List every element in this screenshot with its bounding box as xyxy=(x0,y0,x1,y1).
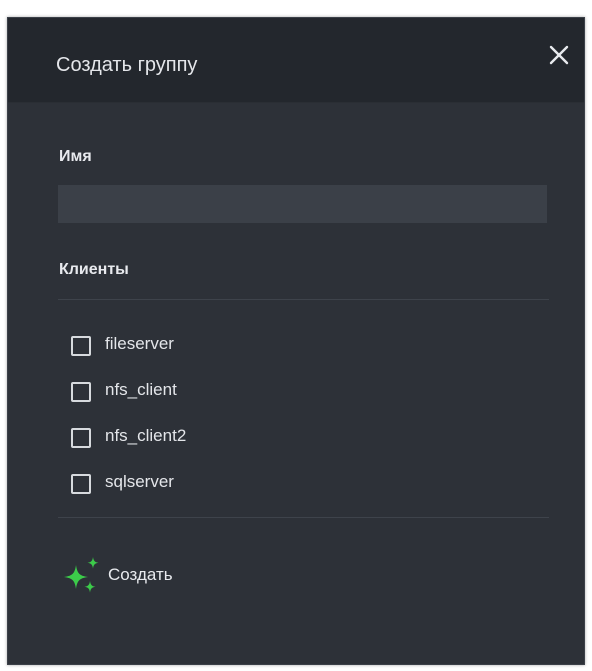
divider xyxy=(58,299,549,300)
close-icon xyxy=(549,45,569,65)
dialog-header: Создать группу xyxy=(8,18,584,103)
dialog-title: Создать группу xyxy=(56,54,198,76)
client-item-fileserver[interactable]: fileserver xyxy=(71,323,186,369)
create-button[interactable]: Создать xyxy=(58,553,173,601)
client-item-nfs-client[interactable]: nfs_client xyxy=(71,369,186,415)
clients-label: Клиенты xyxy=(59,261,129,278)
client-label: nfs_client xyxy=(105,380,177,399)
close-button[interactable] xyxy=(544,40,574,70)
checkbox[interactable] xyxy=(71,336,91,356)
client-label: fileserver xyxy=(105,334,174,353)
create-label: Создать xyxy=(108,565,173,584)
client-label: sqlserver xyxy=(105,472,174,491)
checkbox[interactable] xyxy=(71,382,91,402)
client-label: nfs_client2 xyxy=(105,426,187,445)
client-item-nfs-client2[interactable]: nfs_client2 xyxy=(71,415,186,461)
checkbox[interactable] xyxy=(71,428,91,448)
divider xyxy=(58,517,549,518)
client-item-sqlserver[interactable]: sqlserver xyxy=(71,461,186,507)
name-label: Имя xyxy=(59,148,92,165)
name-input[interactable] xyxy=(58,185,547,223)
create-group-dialog: Создать группу Имя Клиенты fileserver nf… xyxy=(7,17,585,665)
sparkle-icon xyxy=(64,557,99,593)
checkbox[interactable] xyxy=(71,474,91,494)
client-list: fileserver nfs_client nfs_client2 sqlser… xyxy=(71,323,186,507)
